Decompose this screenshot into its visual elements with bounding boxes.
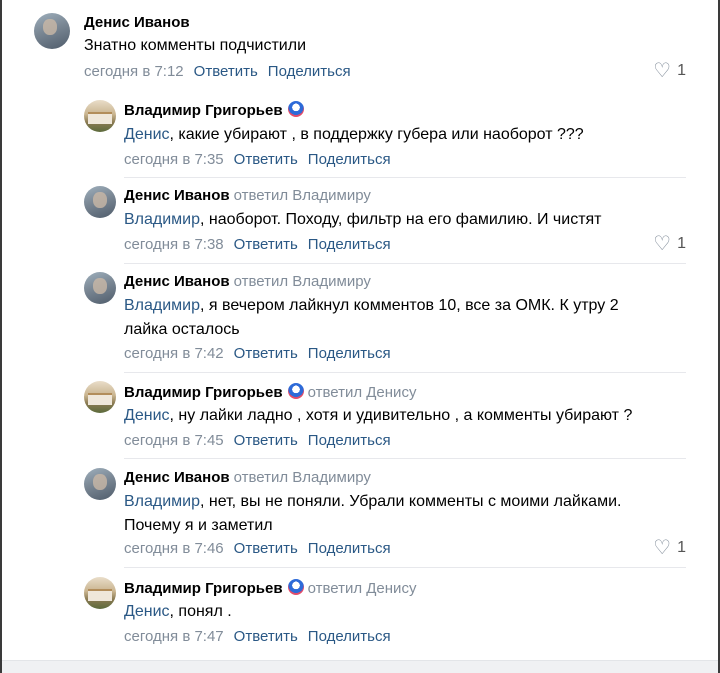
timestamp[interactable]: сегодня в 7:42	[124, 345, 224, 362]
heart-icon: ♡	[653, 537, 672, 559]
reply-button[interactable]: Ответить	[234, 345, 298, 362]
reply-button[interactable]: Ответить	[234, 432, 298, 449]
share-button[interactable]: Поделиться	[308, 236, 391, 253]
share-button[interactable]: Поделиться	[308, 432, 391, 449]
avatar[interactable]	[84, 100, 116, 132]
timestamp[interactable]: сегодня в 7:35	[124, 151, 224, 168]
timestamp[interactable]: сегодня в 7:38	[124, 236, 224, 253]
comment-text: Знатно комменты подчистили	[84, 37, 306, 54]
like-button[interactable]: ♡ 1	[653, 537, 686, 559]
mention-link[interactable]: Владимир	[124, 211, 200, 228]
timestamp[interactable]: сегодня в 7:46	[124, 540, 224, 557]
mention-link[interactable]: Денис	[124, 603, 170, 620]
author-name[interactable]: Владимир Григорьев	[124, 102, 283, 119]
avatar[interactable]	[84, 381, 116, 413]
reply-button[interactable]: Ответить	[234, 236, 298, 253]
window-border-left	[0, 0, 2, 673]
reply-button[interactable]: Ответить	[194, 63, 258, 80]
heart-icon: ♡	[653, 233, 672, 255]
divider	[124, 458, 686, 459]
timestamp[interactable]: сегодня в 7:45	[124, 432, 224, 449]
divider	[124, 177, 686, 178]
replied-to[interactable]: ответил Денису	[308, 384, 417, 401]
divider	[124, 567, 686, 568]
comment-text: , наоборот. Походу, фильтр на его фамили…	[200, 211, 602, 228]
author-name[interactable]: Денис Иванов	[124, 187, 230, 204]
share-button[interactable]: Поделиться	[308, 345, 391, 362]
author-name[interactable]: Владимир Григорьев	[124, 384, 283, 401]
author-name[interactable]: Владимир Григорьев	[124, 580, 283, 597]
avatar[interactable]	[84, 468, 116, 500]
replied-to[interactable]: ответил Денису	[308, 580, 417, 597]
timestamp[interactable]: сегодня в 7:12	[84, 63, 184, 80]
comment-text: , какие убирают , в поддержку губера или…	[169, 126, 584, 143]
replied-to[interactable]: ответил Владимиру	[234, 469, 371, 486]
mention-link[interactable]: Владимир	[124, 297, 200, 314]
like-button[interactable]: ♡ 1	[653, 233, 686, 255]
donut-badge-icon	[287, 383, 304, 399]
share-button[interactable]: Поделиться	[308, 151, 391, 168]
replied-to[interactable]: ответил Владимиру	[234, 273, 371, 290]
author-name[interactable]: Денис Иванов	[124, 469, 230, 486]
share-button[interactable]: Поделиться	[308, 540, 391, 557]
bottom-panel	[2, 660, 718, 673]
divider	[124, 263, 686, 264]
author-name[interactable]: Денис Иванов	[84, 14, 190, 31]
reply-button[interactable]: Ответить	[234, 628, 298, 645]
mention-link[interactable]: Денис	[124, 126, 170, 143]
share-button[interactable]: Поделиться	[268, 63, 351, 80]
avatar[interactable]	[34, 13, 70, 49]
donut-badge-icon	[287, 101, 304, 117]
comment-text: , понял .	[169, 603, 232, 620]
reply-button[interactable]: Ответить	[234, 540, 298, 557]
timestamp[interactable]: сегодня в 7:47	[124, 628, 224, 645]
avatar[interactable]	[84, 577, 116, 609]
share-button[interactable]: Поделиться	[308, 628, 391, 645]
author-name[interactable]: Денис Иванов	[124, 273, 230, 290]
avatar[interactable]	[84, 186, 116, 218]
comment-text: , ну лайки ладно , хотя и удивительно , …	[169, 407, 633, 424]
heart-icon: ♡	[653, 60, 672, 82]
replied-to[interactable]: ответил Владимиру	[234, 187, 371, 204]
mention-link[interactable]: Владимир	[124, 493, 200, 510]
reply-button[interactable]: Ответить	[234, 151, 298, 168]
avatar[interactable]	[84, 272, 116, 304]
like-button[interactable]: ♡ 1	[653, 60, 686, 82]
mention-link[interactable]: Денис	[124, 407, 170, 424]
donut-badge-icon	[287, 579, 304, 595]
divider	[124, 372, 686, 373]
